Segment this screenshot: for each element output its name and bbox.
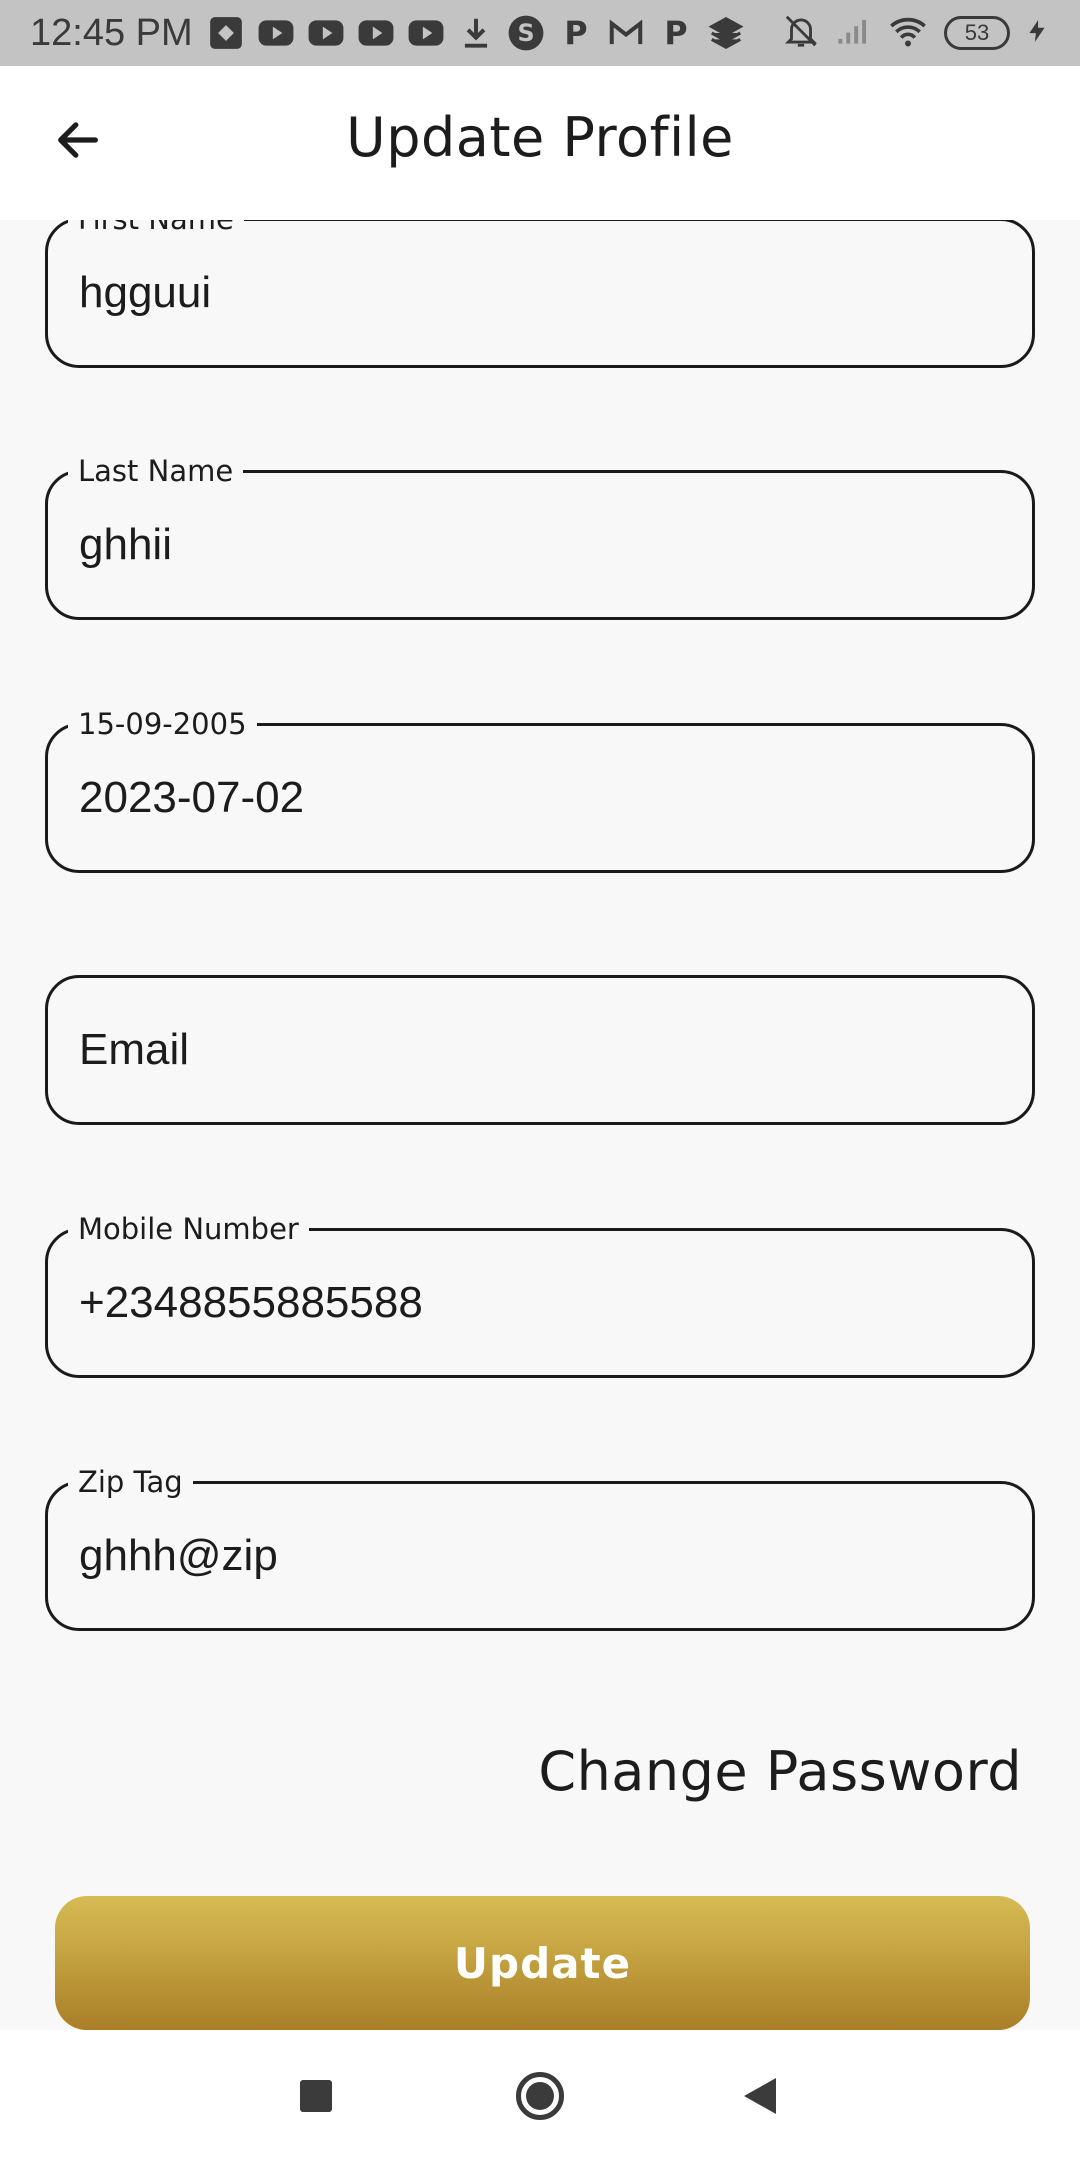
status-bar: 12:45 PM S P P 53 — [0, 0, 1080, 66]
youtube-icon — [307, 14, 345, 52]
first-name-field[interactable]: First Name hgguui — [45, 220, 1035, 368]
p-app-icon: P — [657, 14, 695, 52]
email-field[interactable]: Email — [45, 975, 1035, 1125]
youtube-icon — [407, 14, 445, 52]
date-of-birth-value: 2023-07-02 — [79, 773, 305, 822]
home-dot — [526, 2082, 554, 2110]
profile-form: First Name hgguui Last Name ghhii 15-09-… — [0, 220, 1080, 2030]
back-triangle-icon[interactable] — [744, 2078, 776, 2114]
svg-text:P: P — [664, 16, 687, 52]
mobile-number-field[interactable]: Mobile Number +2348855885588 — [45, 1211, 1035, 1378]
notification-icons: S P P — [207, 14, 745, 52]
last-name-value: ghhii — [79, 520, 172, 569]
svg-text:P: P — [564, 16, 587, 52]
wifi-icon — [886, 11, 930, 55]
status-time: 12:45 PM — [30, 11, 193, 54]
system-nav-bar — [0, 2030, 1080, 2160]
home-icon[interactable] — [516, 2072, 564, 2120]
last-name-field[interactable]: Last Name ghhii — [45, 453, 1035, 620]
youtube-icon — [257, 14, 295, 52]
date-of-birth-field[interactable]: 15-09-2005 2023-07-02 — [45, 706, 1035, 873]
download-icon — [457, 14, 495, 52]
update-button[interactable]: Update — [55, 1896, 1030, 2030]
status-right: 53 — [782, 11, 1050, 55]
bell-off-icon — [782, 11, 820, 55]
gmail-icon — [607, 14, 645, 52]
layers-app-icon — [707, 14, 745, 52]
sms-app-icon — [207, 14, 245, 52]
p-app-icon: P — [557, 14, 595, 52]
signal-icon — [834, 11, 872, 55]
charging-icon — [1024, 11, 1050, 55]
battery-icon: 53 — [944, 16, 1010, 50]
zip-tag-field[interactable]: Zip Tag ghhh@zip — [45, 1464, 1035, 1631]
app-bar: Update Profile — [0, 66, 1080, 220]
recent-apps-icon[interactable] — [300, 2080, 332, 2112]
page-title: Update Profile — [346, 106, 734, 169]
s-app-icon: S — [507, 14, 545, 52]
mobile-number-value: +2348855885588 — [79, 1278, 423, 1327]
zip-tag-value: ghhh@zip — [79, 1531, 278, 1580]
change-password-link[interactable]: Change Password — [538, 1740, 1022, 1803]
first-name-value: hgguui — [79, 268, 212, 317]
email-placeholder: Email — [79, 1025, 190, 1074]
svg-text:S: S — [517, 19, 534, 47]
youtube-icon — [357, 14, 395, 52]
